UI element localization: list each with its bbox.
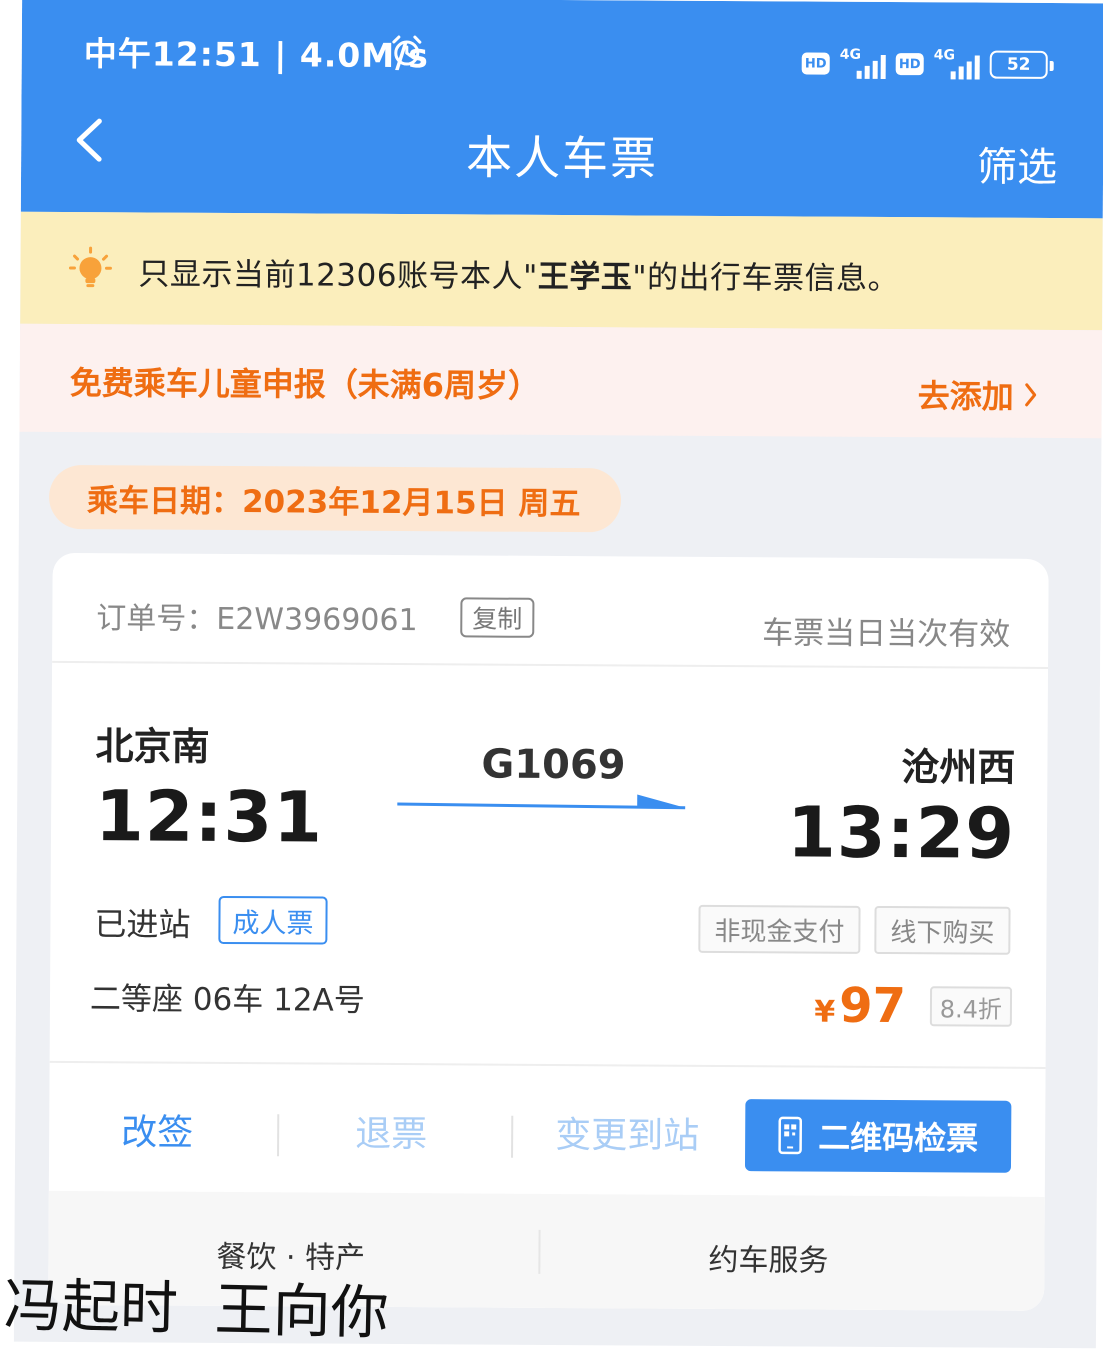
status-time: 中午12:51 | 4.0M/s (83, 34, 429, 76)
seat-info: 二等座 06车 12A号 (89, 981, 365, 1019)
notice-text: 只显示当前12306账号本人"王学玉"的出行车票信息。 (138, 248, 899, 298)
purchase-channel-tag: 线下购买 (874, 905, 1011, 955)
battery-level: 52 (1006, 54, 1031, 75)
ride-date-pill: 乘车日期：2023年12月15日 周五 (48, 464, 622, 533)
notice-prefix: 只显示当前12306账号本人" (138, 256, 538, 295)
departure-time: 12:31 (94, 775, 324, 859)
payment-tag: 非现金支付 (698, 904, 861, 954)
signal-icon: 4G (840, 47, 886, 81)
validity-text: 车票当日当次有效 (762, 615, 1011, 653)
ticket-card: 订单号：E2W3969061 复制 车票当日当次有效 北京南 12:31 G10… (48, 552, 1049, 1311)
copy-order-button[interactable]: 复制 (460, 597, 535, 638)
add-child-link[interactable]: 去添加 (918, 371, 1038, 418)
currency-symbol: ¥ (814, 994, 836, 1030)
ticket-card-header: 订单号：E2W3969061 复制 车票当日当次有效 (52, 552, 1049, 669)
battery-icon: 52 (989, 50, 1048, 79)
nav-bar: 本人车票 筛选 (21, 97, 1103, 219)
ticket-price: ¥ 97 (814, 977, 907, 1035)
status-indicators: HD 4G HD 4G 52 (801, 45, 1048, 83)
train-number: G1069 (481, 741, 626, 789)
header: 中午12:51 | 4.0M/s HD 4G HD 4G 52 本人车票 筛选 (20, 0, 1103, 219)
lightbulb-icon (68, 246, 112, 288)
handwritten-annotation: 冯起时 王向你 (3, 1271, 390, 1348)
child-declaration-title: 免费乘车儿童申报（未满6周岁） (69, 364, 541, 405)
refund-button[interactable]: 退票 (355, 1105, 427, 1157)
car-service-link[interactable]: 约车服务 (708, 1235, 828, 1280)
app-screen: 中午12:51 | 4.0M/s HD 4G HD 4G 52 本人车票 筛选 … (13, 0, 1103, 1349)
discount-badge: 8.4折 (929, 986, 1013, 1027)
add-child-label: 去添加 (917, 377, 1014, 416)
ticket-type-badge: 成人票 (218, 895, 328, 945)
qr-check-label: 二维码检票 (818, 1118, 979, 1158)
notice-suffix: "的出行车票信息。 (632, 259, 900, 298)
arrival-time: 13:29 (786, 791, 1016, 875)
departure-station: 北京南 (95, 724, 210, 769)
divider (511, 1115, 514, 1158)
change-station-button[interactable]: 变更到站 (555, 1106, 699, 1159)
order-number: 订单号：E2W3969061 (96, 601, 418, 639)
alarm-clock-icon (392, 35, 422, 66)
phone-qr-icon (778, 1116, 802, 1155)
hd-badge: HD (895, 53, 924, 76)
arrival-station: 沧州西 (901, 745, 1016, 790)
chevron-right-icon (1025, 383, 1037, 407)
ticket-status: 已进站 (94, 905, 191, 944)
page-title: 本人车票 (465, 130, 659, 186)
divider (538, 1229, 541, 1274)
qr-check-button[interactable]: 二维码检票 (744, 1099, 1012, 1173)
hd-badge: HD (801, 52, 830, 75)
price-value: 97 (839, 977, 907, 1035)
child-declaration-bar[interactable]: 免费乘车儿童申报（未满6周岁） 去添加 (19, 323, 1103, 439)
status-bar: 中午12:51 | 4.0M/s HD 4G HD 4G 52 (22, 0, 1103, 103)
account-notice: 只显示当前12306账号本人"王学玉"的出行车票信息。 (20, 211, 1103, 331)
signal-icon: 4G (934, 47, 980, 81)
change-ticket-button[interactable]: 改签 (121, 1103, 193, 1155)
divider (277, 1114, 280, 1157)
ticket-actions: 改签 退票 变更到站 二维码检票 (48, 1060, 1046, 1197)
route-arrow-icon (397, 794, 686, 810)
filter-button[interactable]: 筛选 (977, 135, 1057, 193)
account-holder-name: 王学玉 (537, 258, 633, 296)
